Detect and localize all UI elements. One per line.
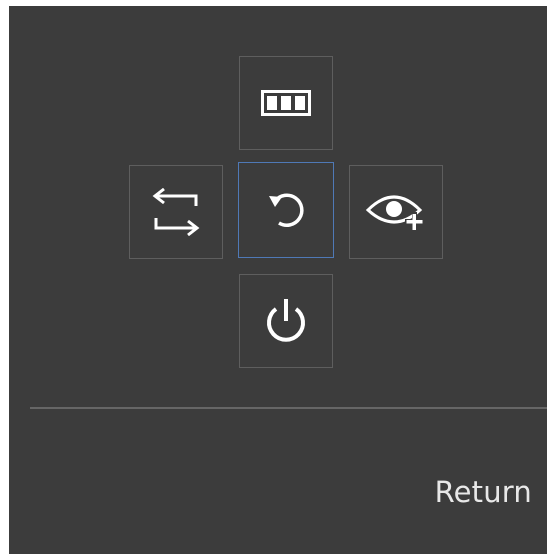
left-menu-button[interactable] [129,165,223,259]
right-menu-button[interactable] [349,165,443,259]
center-menu-button[interactable] [238,162,334,258]
swap-arrows-icon [148,188,204,236]
osd-menu-panel: Return [9,6,547,554]
picture-columns-icon [261,90,311,116]
footer-divider [30,407,547,409]
return-label[interactable]: Return [435,475,532,509]
top-menu-button[interactable] [239,56,333,150]
rotate-reset-icon [263,187,309,233]
power-icon [262,295,310,347]
bottom-menu-button[interactable] [239,274,333,368]
eye-plus-icon [364,188,428,236]
